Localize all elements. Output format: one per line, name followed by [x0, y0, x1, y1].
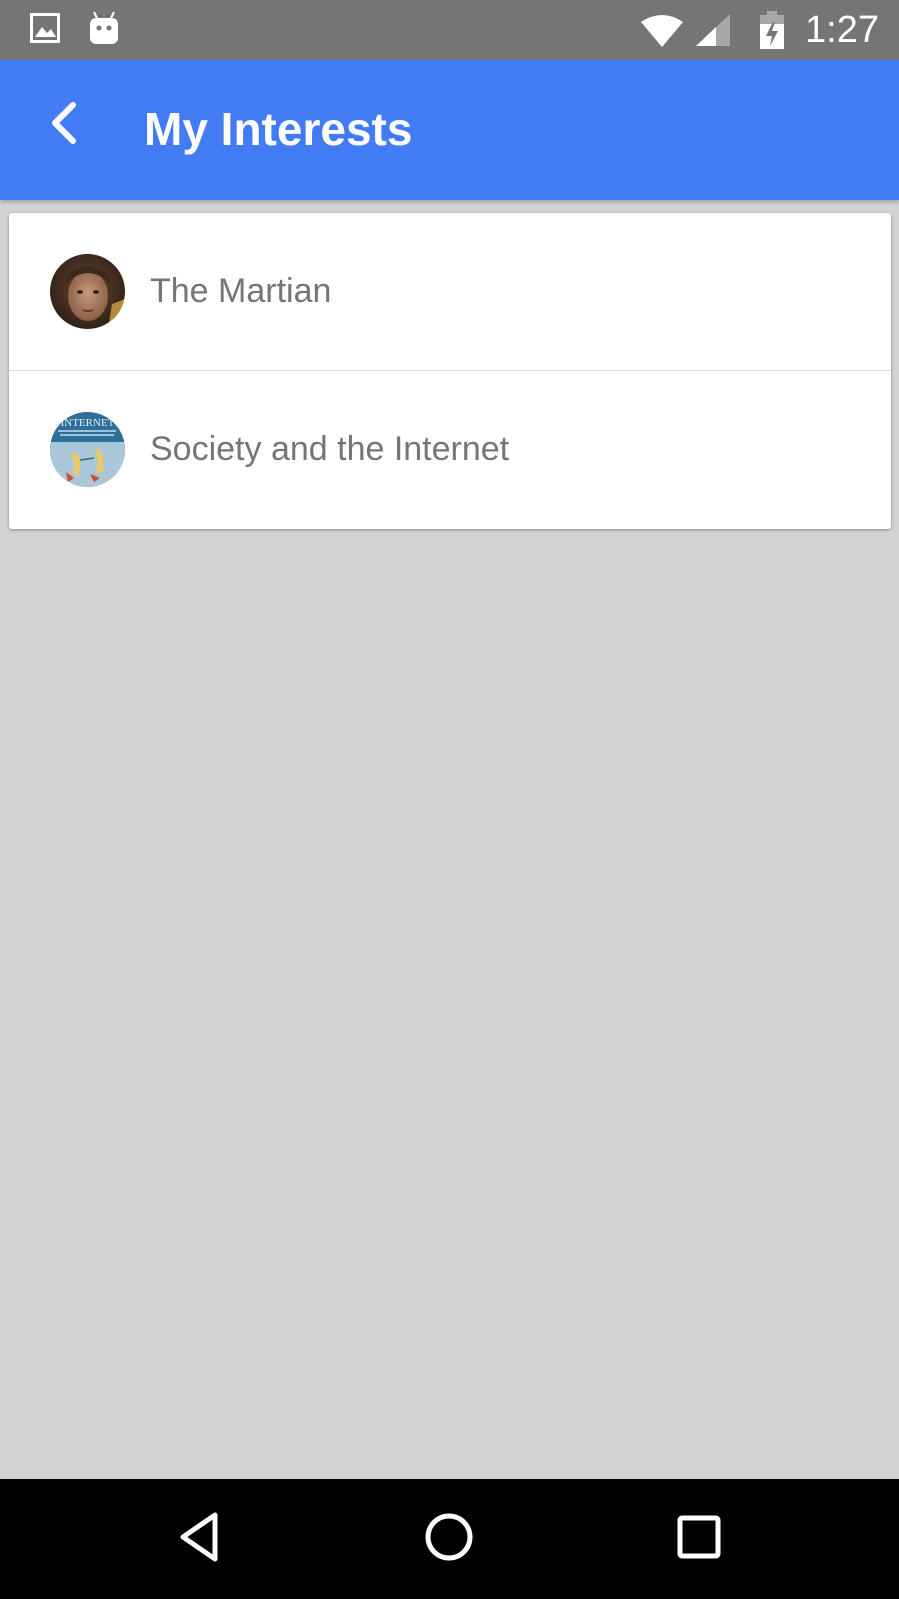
- martian-avatar: [50, 254, 125, 329]
- android-icon: [88, 10, 120, 51]
- page-title: My Interests: [144, 103, 413, 155]
- recents-square-icon: [674, 1512, 724, 1567]
- chevron-left-icon: [45, 99, 85, 152]
- app-bar: My Interests: [0, 60, 899, 200]
- home-circle-icon: [422, 1510, 476, 1569]
- list-item[interactable]: The Martian: [9, 213, 891, 370]
- interests-list: The Martian INTERNET Society and the Int…: [9, 213, 891, 529]
- avatar-text: INTERNET: [61, 417, 115, 429]
- list-item-label: The Martian: [150, 272, 332, 310]
- nav-back-button[interactable]: [165, 1504, 235, 1574]
- list-item[interactable]: INTERNET Society and the Internet: [9, 371, 891, 528]
- society-internet-avatar: INTERNET: [50, 412, 125, 487]
- status-time: 1:27: [805, 9, 879, 51]
- back-triangle-icon: [175, 1510, 225, 1569]
- screen: 1:27 My Interests The Martian INTERNET S…: [0, 0, 899, 1599]
- cell-signal-icon: [694, 12, 732, 53]
- status-bar: 1:27: [0, 0, 899, 60]
- navigation-bar: [0, 1479, 899, 1599]
- nav-recents-button[interactable]: [664, 1504, 734, 1574]
- list-item-label: Society and the Internet: [150, 430, 510, 468]
- wifi-icon: [640, 14, 684, 53]
- nav-home-button[interactable]: [414, 1504, 484, 1574]
- image-icon: [30, 12, 60, 49]
- back-button[interactable]: [30, 90, 100, 160]
- battery-charging-icon: [758, 10, 786, 55]
